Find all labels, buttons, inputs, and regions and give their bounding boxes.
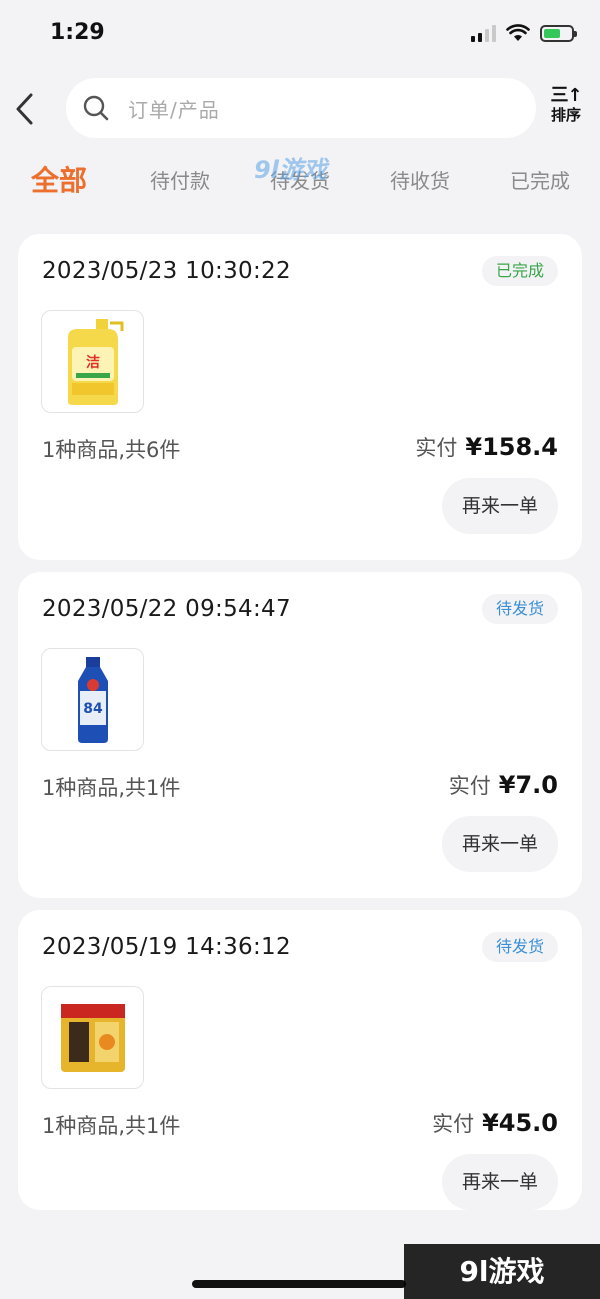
- status-badge: 待发货: [481, 594, 558, 624]
- sort-label: 排序: [550, 106, 581, 124]
- status-badge: 待发货: [481, 932, 558, 962]
- price-line: 实付 ¥7.0: [449, 770, 558, 800]
- item-summary: 1种商品,共1件: [42, 1114, 181, 1138]
- order-price: ¥45.0: [482, 1109, 558, 1137]
- paid-label: 实付: [415, 436, 458, 460]
- tab-pending-receipt[interactable]: 待收货: [386, 156, 454, 206]
- status-time: 1:29: [50, 20, 105, 45]
- watermark-logo: 9l游戏: [404, 1244, 600, 1299]
- wifi-icon: [506, 24, 530, 41]
- signal-icon: [471, 24, 496, 42]
- paid-label: 实付: [432, 1112, 475, 1136]
- order-card[interactable]: 2023/05/19 14:36:12 待发货 1种商品,共1件 实付 ¥45.0…: [18, 910, 582, 1210]
- tab-all-label: 全部: [30, 164, 87, 197]
- watermark-overlay: 9l游戏: [254, 156, 327, 184]
- product-thumbnail[interactable]: [41, 986, 144, 1089]
- item-summary: 1种商品,共1件: [42, 776, 181, 800]
- header: 订单/产品 三↑ 排序: [0, 76, 600, 142]
- svg-text:84: 84: [83, 701, 103, 717]
- tab-pending-payment[interactable]: 待付款: [146, 156, 214, 206]
- battery-icon: [540, 24, 577, 42]
- paid-label: 实付: [448, 774, 491, 798]
- status-bar: 1:29: [0, 0, 600, 70]
- order-time: 2023/05/19 14:36:12: [42, 934, 291, 960]
- order-time: 2023/05/23 10:30:22: [42, 258, 291, 284]
- sort-button[interactable]: 三↑ 排序: [546, 85, 586, 125]
- product-thumbnail[interactable]: 84: [41, 648, 144, 751]
- reorder-button[interactable]: 再来一单: [442, 1154, 558, 1210]
- search-icon: [83, 95, 109, 121]
- tab-pending-receipt-label: 待收货: [390, 169, 450, 193]
- rice-bag-icon: [60, 1003, 125, 1072]
- reorder-button[interactable]: 再来一单: [442, 816, 558, 872]
- order-price: ¥158.4: [465, 433, 558, 461]
- home-indicator: [192, 1280, 406, 1288]
- dish-soap-bottle-icon: 洁: [67, 318, 123, 405]
- sort-icon: 三↑: [550, 85, 582, 106]
- tab-pending-payment-label: 待付款: [150, 169, 210, 193]
- svg-text:洁: 洁: [86, 354, 100, 371]
- price-line: 实付 ¥45.0: [432, 1108, 558, 1138]
- status-icons: [471, 24, 577, 42]
- order-time: 2023/05/22 09:54:47: [42, 596, 291, 622]
- search-input[interactable]: 订单/产品: [66, 78, 536, 138]
- chevron-left-icon: [16, 93, 33, 125]
- order-card[interactable]: 2023/05/23 10:30:22 已完成 洁 1种商品,共6件 实付 ¥15…: [18, 234, 582, 560]
- price-line: 实付 ¥158.4: [415, 432, 558, 462]
- search-placeholder: 订单/产品: [128, 97, 220, 122]
- product-thumbnail[interactable]: 洁: [41, 310, 144, 413]
- tab-completed-label: 已完成: [510, 169, 570, 193]
- tab-all[interactable]: 全部: [28, 156, 90, 206]
- back-button[interactable]: [10, 88, 38, 130]
- tab-completed[interactable]: 已完成: [506, 156, 574, 206]
- item-summary: 1种商品,共6件: [42, 438, 181, 462]
- order-price: ¥7.0: [498, 771, 558, 799]
- disinfectant-bottle-icon: 84: [77, 656, 108, 743]
- reorder-button[interactable]: 再来一单: [442, 478, 558, 534]
- status-badge: 已完成: [481, 256, 558, 286]
- order-card[interactable]: 2023/05/22 09:54:47 待发货 84 1种商品,共1件 实付 ¥7…: [18, 572, 582, 898]
